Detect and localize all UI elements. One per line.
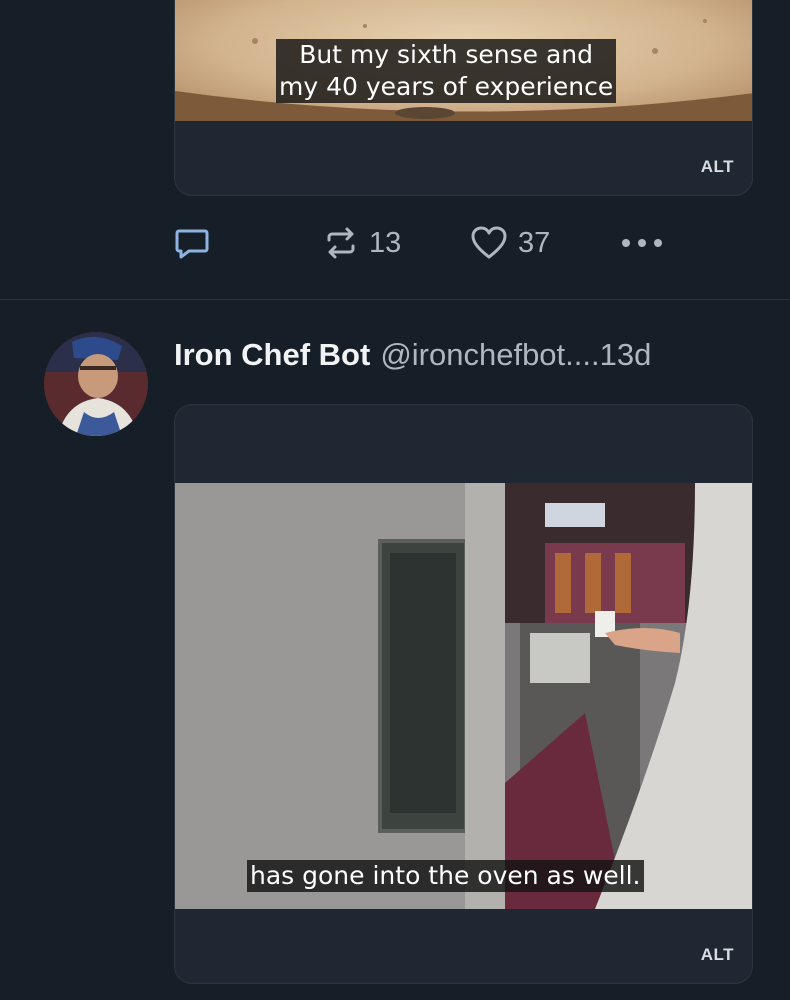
heart-icon <box>471 226 507 259</box>
video-caption-bottom: has gone into the oven as well. <box>247 860 644 892</box>
media-card-top[interactable]: But my sixth sense and my 40 years of ex… <box>174 0 753 196</box>
like-count: 37 <box>518 226 551 259</box>
caption-line-2: my 40 years of experience <box>279 72 614 101</box>
more-options-button[interactable] <box>620 218 664 268</box>
author-avatar[interactable] <box>44 332 148 436</box>
post-action-bar: 13 37 <box>0 218 790 268</box>
alt-badge[interactable]: ALT <box>701 157 734 177</box>
repost-button[interactable]: 13 <box>323 218 401 268</box>
reply-button[interactable] <box>174 218 210 268</box>
post-timestamp[interactable]: 13d <box>600 337 652 373</box>
author-handle[interactable]: @ironchefbot.... <box>380 337 599 373</box>
video-frame-bottom[interactable] <box>175 483 753 909</box>
media-card-bottom[interactable]: has gone into the oven as well. ALT <box>174 404 753 984</box>
author-display-name[interactable]: Iron Chef Bot <box>174 337 370 373</box>
caption-line-1: But my sixth sense and <box>299 40 594 69</box>
post-header: Iron Chef Bot @ironchefbot.... 13d <box>174 330 651 380</box>
more-horizontal-icon <box>622 239 662 247</box>
post-divider <box>0 299 790 300</box>
reply-icon <box>175 229 209 259</box>
video-caption-top: But my sixth sense and my 40 years of ex… <box>276 39 617 103</box>
repost-icon <box>327 227 355 259</box>
alt-badge[interactable]: ALT <box>701 945 734 965</box>
avatar-image <box>44 332 148 436</box>
like-button[interactable]: 37 <box>470 218 550 268</box>
repost-count: 13 <box>369 226 402 259</box>
